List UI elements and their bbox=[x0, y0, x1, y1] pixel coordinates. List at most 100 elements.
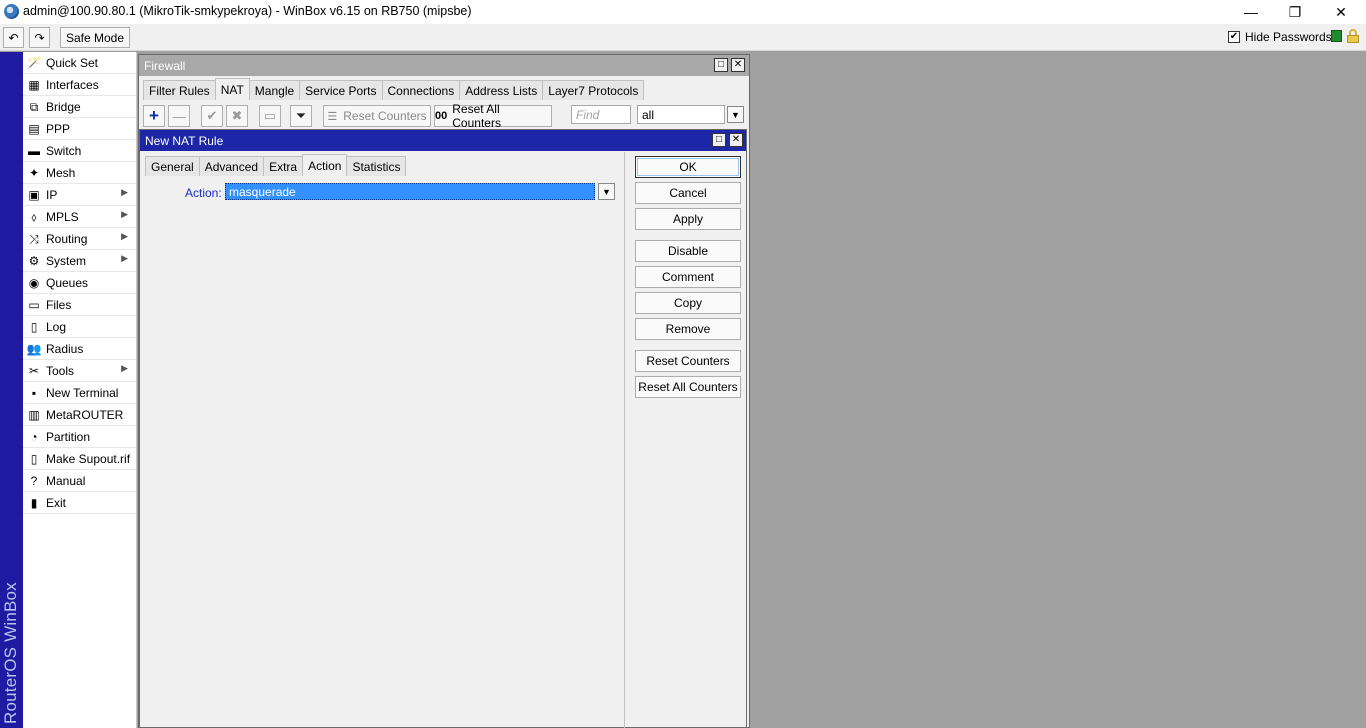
sidebar-item-label: Manual bbox=[46, 473, 86, 488]
minus-icon: — bbox=[172, 108, 186, 124]
hide-passwords-checkbox[interactable]: ✔ bbox=[1228, 31, 1240, 43]
cancel-button[interactable]: Cancel bbox=[635, 182, 741, 204]
sidebar-item-system[interactable]: ⚙ System ▶ bbox=[23, 250, 136, 272]
sidebar-item-quick-set[interactable]: 🪄 Quick Set bbox=[23, 52, 136, 74]
sidebar-item-routing[interactable]: ⤨ Routing ▶ bbox=[23, 228, 136, 250]
sidebar-item-icon: ▦ bbox=[28, 78, 40, 92]
firewall-tab-nat[interactable]: NAT bbox=[214, 78, 250, 100]
nat-rule-tab-extra[interactable]: Extra bbox=[263, 156, 304, 176]
sidebar-item-interfaces[interactable]: ▦ Interfaces bbox=[23, 74, 136, 96]
action-select[interactable]: masquerade bbox=[225, 183, 595, 200]
sidebar-item-mpls[interactable]: ⬨ MPLS ▶ bbox=[23, 206, 136, 228]
sidebar-item-icon: ⚙ bbox=[28, 254, 40, 268]
nat-rule-tab-action[interactable]: Action bbox=[302, 154, 348, 176]
firewall-tab-address-lists[interactable]: Address Lists bbox=[459, 80, 544, 100]
reset-counters-button[interactable]: ☰ Reset Counters bbox=[323, 105, 431, 127]
action-dropdown-icon[interactable]: ▼ bbox=[598, 183, 615, 200]
firewall-tab-layer7-protocols[interactable]: Layer7 Protocols bbox=[542, 80, 645, 100]
nat-rule-title-bar[interactable]: New NAT Rule □ ✕ bbox=[140, 130, 746, 151]
sidebar-item-bridge[interactable]: ⧉ Bridge bbox=[23, 96, 136, 118]
sidebar-item-icon: 👥 bbox=[26, 342, 42, 356]
sidebar-item-icon: ✦ bbox=[28, 166, 40, 180]
close-window-button[interactable]: ✕ bbox=[1318, 0, 1364, 24]
undo-button[interactable]: ↶ bbox=[3, 27, 24, 48]
nat-rule-tab-statistics[interactable]: Statistics bbox=[346, 156, 407, 176]
firewall-tab-mangle[interactable]: Mangle bbox=[248, 80, 301, 100]
sidebar-item-switch[interactable]: ▬ Switch bbox=[23, 140, 136, 162]
nat-rule-title: New NAT Rule bbox=[145, 133, 224, 148]
sidebar-item-log[interactable]: ▯ Log bbox=[23, 316, 136, 338]
add-rule-button[interactable]: + bbox=[143, 105, 165, 127]
sidebar-item-ip[interactable]: ▣ IP ▶ bbox=[23, 184, 136, 206]
hide-passwords-toggle[interactable]: ✔ Hide Passwords bbox=[1228, 30, 1332, 44]
submenu-arrow-icon: ▶ bbox=[121, 231, 128, 241]
sidebar-item-label: Tools bbox=[46, 363, 75, 378]
sidebar-item-label: System bbox=[46, 253, 87, 268]
undo-icon: ↶ bbox=[8, 30, 19, 45]
sidebar-item-new-terminal[interactable]: ▪ New Terminal bbox=[23, 382, 136, 404]
plus-icon: + bbox=[149, 106, 159, 125]
sidebar-item-mesh[interactable]: ✦ Mesh bbox=[23, 162, 136, 184]
disable-button[interactable]: Disable bbox=[635, 240, 741, 262]
nat-rule-tab-general[interactable]: General bbox=[145, 156, 200, 176]
action-label: Action: bbox=[185, 186, 222, 200]
check-icon: ✔ bbox=[206, 108, 218, 123]
nat-rule-tab-advanced[interactable]: Advanced bbox=[198, 156, 265, 176]
sidebar-item-partition[interactable]: ◔ Partition bbox=[23, 426, 136, 448]
nat-rule-maximize-button[interactable]: □ bbox=[712, 133, 726, 147]
remove-rule-button[interactable]: — bbox=[168, 105, 190, 127]
sidebar-item-tools[interactable]: ✂ Tools ▶ bbox=[23, 360, 136, 382]
enable-rule-button[interactable]: ✔ bbox=[201, 105, 223, 127]
firewall-tab-connections[interactable]: Connections bbox=[381, 80, 461, 100]
comment-button[interactable]: ▭ bbox=[259, 105, 281, 127]
sidebar-item-label: Radius bbox=[46, 341, 84, 356]
disable-rule-button[interactable]: ✖ bbox=[226, 105, 248, 127]
filter-button[interactable]: ⏷ bbox=[290, 105, 312, 127]
sidebar-item-icon: ▮ bbox=[30, 496, 38, 510]
reset-all-counters-button[interactable]: 00 Reset All Counters bbox=[434, 102, 552, 130]
sidebar-item-manual[interactable]: ? Manual bbox=[23, 470, 136, 492]
sidebar-item-label: Exit bbox=[46, 495, 67, 510]
sidebar-item-ppp[interactable]: ▤ PPP bbox=[23, 118, 136, 140]
sidebar-item-files[interactable]: ▭ Files bbox=[23, 294, 136, 316]
firewall-tabs: Filter Rules NAT Mangle Service Ports Connec… bbox=[143, 78, 645, 100]
redo-button[interactable]: ↷ bbox=[29, 27, 50, 48]
apply-button[interactable]: Apply bbox=[635, 208, 741, 230]
sidebar-item-label: Files bbox=[46, 297, 72, 312]
nat-rule-tabs: General Advanced Extra Action Statistics bbox=[145, 154, 407, 176]
sidebar-item-icon: ▤ bbox=[28, 122, 40, 136]
new-nat-rule-dialog: New NAT Rule □ ✕ General Advanced Extra Act… bbox=[139, 129, 747, 728]
sidebar-item-metarouter[interactable]: ▥ MetaROUTER bbox=[23, 404, 136, 426]
sidebar-item-icon: ⤨ bbox=[29, 231, 39, 246]
sidebar-item-label: Log bbox=[46, 319, 67, 334]
sidebar-item-label: Quick Set bbox=[46, 55, 99, 70]
sidebar-item-radius[interactable]: 👥 Radius bbox=[23, 338, 136, 360]
firewall-maximize-button[interactable]: □ bbox=[714, 58, 728, 72]
safe-mode-button[interactable]: Safe Mode bbox=[60, 27, 130, 48]
sidebar-item-icon: ▯ bbox=[30, 320, 38, 334]
rule-reset-all-counters-button[interactable]: Reset All Counters bbox=[635, 376, 741, 398]
restore-button[interactable]: ❐ bbox=[1272, 0, 1318, 24]
copy-button[interactable]: Copy bbox=[635, 292, 741, 314]
comment-rule-button[interactable]: Comment bbox=[635, 266, 741, 288]
firewall-close-button[interactable]: ✕ bbox=[731, 58, 745, 72]
firewall-title-bar[interactable]: Firewall □ ✕ bbox=[139, 55, 749, 76]
sidebar-item-icon: ▥ bbox=[28, 408, 40, 422]
rule-reset-counters-button[interactable]: Reset Counters bbox=[635, 350, 741, 372]
chain-filter-dropdown-icon[interactable]: ▼ bbox=[727, 106, 744, 123]
remove-button[interactable]: Remove bbox=[635, 318, 741, 340]
sidebar-item-queues[interactable]: ◉ Queues bbox=[23, 272, 136, 294]
winbox-app-icon bbox=[4, 4, 19, 19]
chain-filter-select[interactable]: all bbox=[637, 105, 725, 124]
minimize-button[interactable]: — bbox=[1228, 0, 1274, 24]
nat-rule-close-button[interactable]: ✕ bbox=[729, 133, 743, 147]
ok-button[interactable]: OK bbox=[635, 156, 741, 178]
reset-counters-label: Reset Counters bbox=[343, 109, 427, 123]
sidebar-item-exit[interactable]: ▮ Exit bbox=[23, 492, 136, 514]
find-input[interactable]: Find bbox=[571, 105, 631, 124]
firewall-tab-filter-rules[interactable]: Filter Rules bbox=[143, 80, 216, 100]
sidebar-item-make-supout-rif[interactable]: ▯ Make Supout.rif bbox=[23, 448, 136, 470]
sidebar-item-icon: 🪄 bbox=[26, 56, 42, 70]
firewall-tab-service-ports[interactable]: Service Ports bbox=[299, 80, 383, 100]
sidebar-item-label: Partition bbox=[46, 429, 91, 444]
